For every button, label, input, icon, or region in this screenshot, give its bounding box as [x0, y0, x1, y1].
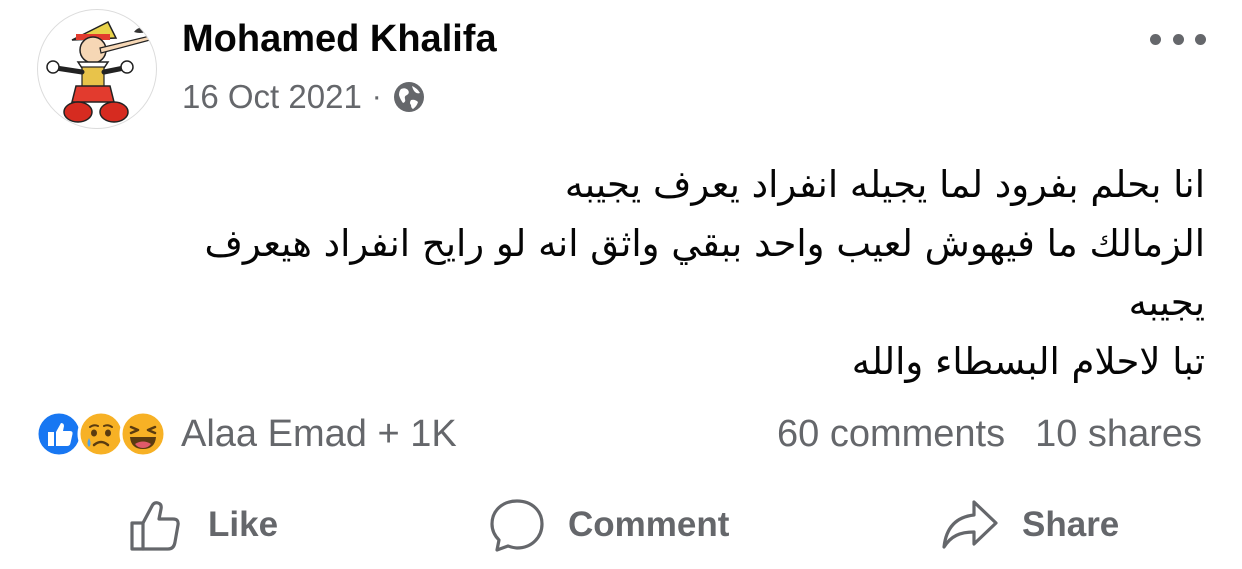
post-text: انا بحلم بفرود لما يجيله انفراد يعرف يجي…	[60, 155, 1205, 391]
author-name[interactable]: Mohamed Khalifa	[182, 18, 497, 61]
meta-separator: ·	[371, 80, 382, 113]
comment-label: Comment	[568, 505, 730, 544]
like-icon	[35, 410, 83, 458]
like-label: Like	[208, 505, 279, 544]
action-bar: Like Comment Share	[0, 490, 1242, 560]
like-button[interactable]: Like	[128, 490, 278, 560]
comment-button[interactable]: Comment	[488, 490, 729, 560]
post-meta: 16 Oct 2021 ·	[182, 78, 426, 116]
more-options-icon	[1195, 33, 1206, 45]
post-text-line: انا بحلم بفرود لما يجيله انفراد يعرف يجي…	[564, 163, 1205, 206]
post-text-line: تبا لاحلام البسطاء والله	[851, 340, 1205, 383]
post-text-line: يجيبه	[1128, 281, 1205, 324]
share-arrow-icon	[942, 500, 998, 549]
globe-icon	[393, 82, 424, 112]
post-date[interactable]: 16 Oct 2021	[182, 78, 362, 116]
avatar[interactable]	[37, 9, 157, 129]
comments-count[interactable]: 60 comments	[777, 413, 1005, 456]
more-options-icon	[1172, 33, 1184, 45]
engagement-counts: 60 comments 10 shares	[777, 408, 1202, 460]
thumbs-up-icon	[130, 501, 180, 551]
share-button[interactable]: Share	[940, 490, 1119, 560]
shares-count[interactable]: 10 shares	[1035, 413, 1202, 456]
more-options-button[interactable]	[1150, 24, 1206, 54]
reactors-text[interactable]: Alaa Emad + 1K	[181, 413, 457, 456]
pinocchio-avatar-icon	[46, 20, 151, 123]
more-options-icon	[1150, 33, 1161, 45]
sad-icon	[77, 410, 125, 458]
comment-bubble-icon	[490, 499, 544, 552]
post-card: Mohamed Khalifa 16 Oct 2021 · انا بحلم ب…	[0, 0, 1242, 569]
share-label: Share	[1022, 505, 1120, 544]
post-text-line: الزمالك ما فيهوش لعيب واحد ببقي واثق انه…	[204, 222, 1205, 265]
reactions-summary[interactable]: Alaa Emad + 1K	[35, 408, 457, 460]
haha-icon	[119, 410, 167, 458]
